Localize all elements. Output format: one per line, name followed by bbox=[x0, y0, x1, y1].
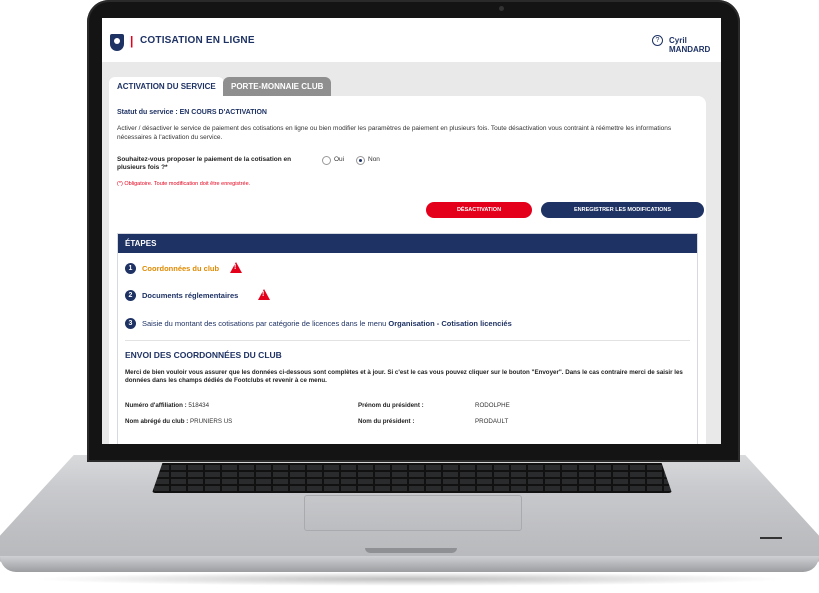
radio-non[interactable] bbox=[356, 156, 365, 165]
laptop-status-led bbox=[760, 537, 782, 539]
step-1-link[interactable]: Coordonnées du club bbox=[142, 264, 219, 273]
laptop-notch bbox=[365, 548, 457, 553]
affiliation-label: Numéro d'affiliation : bbox=[125, 402, 187, 409]
president-first-name-text: RODOLPHE bbox=[475, 402, 510, 409]
radio-non-label[interactable]: Non bbox=[368, 156, 380, 163]
president-last-name-text: PRODAULT bbox=[475, 418, 509, 425]
warning-icon: ! bbox=[258, 289, 270, 300]
short-name-value: PRUNIERS US bbox=[190, 418, 233, 425]
installment-question: Souhaitez-vous proposer le paiement de l… bbox=[117, 156, 292, 171]
radio-oui-label[interactable]: Oui bbox=[334, 156, 344, 163]
tab-porte-monnaie-club[interactable]: PORTE-MONNAIE CLUB bbox=[223, 77, 332, 97]
radio-oui[interactable] bbox=[322, 156, 331, 165]
step-3-menu-link[interactable]: Organisation - Cotisation licenciés bbox=[388, 319, 511, 328]
activation-panel: Statut du service : EN COURS D'ACTIVATIO… bbox=[109, 96, 706, 444]
president-first-name-value: RODOLPHE bbox=[475, 402, 510, 409]
top-bar: | COTISATION EN LIGNE ? Cyril MANDARD bbox=[102, 18, 721, 62]
user-name[interactable]: Cyril MANDARD bbox=[669, 36, 721, 54]
app-title[interactable]: COTISATION EN LIGNE bbox=[140, 35, 255, 46]
divider bbox=[125, 340, 690, 341]
save-changes-button[interactable]: ENREGISTRER LES MODIFICATIONS bbox=[541, 202, 704, 218]
step-3-text: Saisie du montant des cotisations par ca… bbox=[142, 319, 512, 328]
affiliation-value: 518434 bbox=[188, 402, 210, 409]
camera-icon bbox=[499, 6, 504, 11]
step-2-number: 2 bbox=[125, 290, 136, 301]
step-3-number: 3 bbox=[125, 318, 136, 329]
step-2-link[interactable]: Documents réglementaires bbox=[142, 291, 238, 300]
brand-separator: | bbox=[130, 34, 134, 48]
club-section-text: Merci de bien vouloir vous assurer que l… bbox=[125, 369, 683, 384]
affiliation-row: Numéro d'affiliation : 518434 bbox=[125, 402, 209, 409]
steps-heading: ÉTAPES bbox=[118, 234, 697, 253]
laptop-trackpad bbox=[304, 495, 522, 531]
service-status: Statut du service : EN COURS D'ACTIVATIO… bbox=[117, 109, 267, 116]
short-name-row: Nom abrégé du club : PRUNIERS US bbox=[125, 418, 232, 425]
club-logo-icon[interactable] bbox=[110, 34, 124, 51]
step-3-text-before: Saisie du montant des cotisations par ca… bbox=[142, 319, 387, 328]
president-last-name-label: Nom du président : bbox=[358, 418, 415, 425]
steps-box: ÉTAPES 1 Coordonnées du club ! 2 Documen… bbox=[117, 233, 698, 444]
app-screen: | COTISATION EN LIGNE ? Cyril MANDARD AC… bbox=[102, 18, 721, 444]
deactivate-button[interactable]: DÉSACTIVATION bbox=[426, 202, 532, 218]
laptop-shadow bbox=[30, 572, 790, 586]
intro-text: Activer / désactiver le service de paiem… bbox=[117, 125, 672, 141]
help-icon[interactable]: ? bbox=[652, 35, 663, 46]
laptop-keyboard bbox=[152, 463, 672, 493]
president-last-name-row: Nom du président : bbox=[358, 418, 414, 425]
president-first-name-row: Prénom du président : bbox=[358, 402, 424, 409]
required-note: (*) Obligatoire. Toute modification doit… bbox=[117, 181, 251, 187]
warning-icon: ! bbox=[230, 262, 242, 273]
club-section-title: ENVOI DES COORDONNÉES DU CLUB bbox=[125, 350, 282, 360]
president-last-name-value: PRODAULT bbox=[475, 418, 508, 425]
tab-activation-du-service[interactable]: ACTIVATION DU SERVICE bbox=[109, 77, 224, 97]
short-name-label: Nom abrégé du club : bbox=[125, 418, 189, 425]
laptop-base-edge bbox=[0, 556, 819, 572]
step-1-number: 1 bbox=[125, 263, 136, 274]
president-first-name-label: Prénom du président : bbox=[358, 402, 424, 409]
